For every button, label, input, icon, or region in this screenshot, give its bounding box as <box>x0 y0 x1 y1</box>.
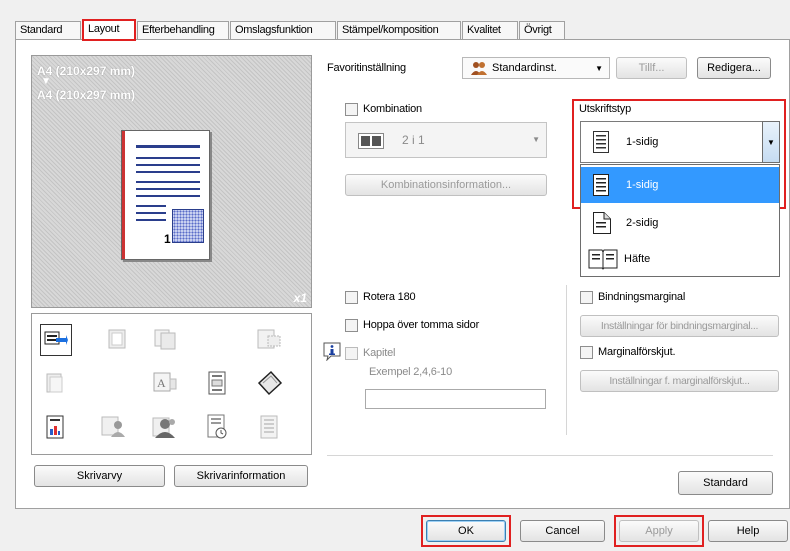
layered-pages-icon[interactable] <box>254 412 284 442</box>
binding-edge <box>122 131 125 259</box>
combine-pages-icon[interactable] <box>102 324 132 354</box>
skip-blank-checkbox[interactable] <box>345 319 358 332</box>
reset-standard-button[interactable]: Standard <box>678 471 773 495</box>
margin-shift-settings-button[interactable]: Inställningar f. marginalförskjut... <box>580 370 779 392</box>
chevron-down-icon: ▼ <box>595 64 603 73</box>
paper-size-output: A4 (210x297 mm) <box>37 88 136 102</box>
rotate-180-checkbox[interactable] <box>345 291 358 304</box>
arrow-down-icon: ▼ <box>41 76 51 87</box>
single-page-icon <box>593 174 609 196</box>
chapter-example: Exempel 2,4,6-10 <box>369 366 453 378</box>
binding-margin-label: Bindningsmarginal <box>598 291 686 303</box>
single-page-icon <box>593 131 609 156</box>
print-type-options: 1-sidig 2-sidig Häfte <box>580 164 780 277</box>
combination-value: 2 i 1 <box>402 133 425 147</box>
cancel-button[interactable]: Cancel <box>520 520 605 542</box>
print-type-dropdown[interactable]: 1-sidig ▼ <box>580 121 780 163</box>
rotate-page-icon[interactable] <box>254 324 284 354</box>
binding-margin-checkbox[interactable] <box>580 291 593 304</box>
tab-kvalitet[interactable]: Kvalitet <box>462 21 518 39</box>
favorites-dropdown[interactable]: Standardinst. ▼ <box>462 57 610 79</box>
tab-standard[interactable]: Standard <box>15 21 81 39</box>
paper-angle-icon[interactable] <box>254 368 284 398</box>
favorites-label: Favoritinställning <box>327 62 406 74</box>
form-overlay-icon[interactable] <box>202 368 232 398</box>
edit-favorite-button[interactable]: Redigera... <box>697 57 771 79</box>
chevron-down-icon: ▼ <box>767 137 775 147</box>
double-sided-icon <box>593 212 611 234</box>
skip-blank-label: Hoppa över tomma sidor <box>363 319 480 331</box>
chapter-checkbox[interactable] <box>345 347 358 360</box>
favorites-selected-value: Standardinst. <box>492 62 557 74</box>
tab-layout[interactable]: Layout <box>82 19 136 41</box>
print-type-label: Utskriftstyp <box>579 103 631 115</box>
print-type-selected-value: 1-sidig <box>626 136 659 148</box>
chapter-pages-input[interactable] <box>365 389 546 409</box>
copies-count: x1 <box>293 291 307 305</box>
margin-shift-label: Marginalförskjut. <box>598 346 676 358</box>
info-icon[interactable] <box>322 341 342 362</box>
user-auth-icon[interactable] <box>98 412 128 442</box>
combination-dropdown[interactable]: 2 i 1 ▼ <box>345 122 547 158</box>
chart-report-icon[interactable] <box>40 412 70 442</box>
tab-ovrigt[interactable]: Övrigt <box>519 21 565 39</box>
booklet-icon <box>588 248 618 270</box>
print-type-option-1-sidig[interactable]: 1-sidig <box>581 167 779 203</box>
tab-stampel-komposition[interactable]: Stämpel/komposition <box>337 21 461 39</box>
function-icon-panel: A <box>31 313 312 455</box>
page-preview: A4 (210x297 mm) ▼ A4 (210x297 mm) 1 x1 <box>31 55 312 308</box>
margin-shift-checkbox[interactable] <box>580 346 593 359</box>
page-number: 1 <box>164 232 171 246</box>
dropdown-arrow-button[interactable]: ▼ <box>762 121 780 163</box>
add-favorite-button[interactable]: Tillf... <box>616 57 687 79</box>
tab-omslagsfunktion[interactable]: Omslagsfunktion <box>230 21 336 39</box>
ok-button[interactable]: OK <box>426 520 506 542</box>
combination-label: Kombination <box>363 103 422 115</box>
booklet-icon[interactable] <box>40 368 70 398</box>
tab-efterbehandling[interactable]: Efterbehandling <box>137 21 229 39</box>
image-placeholder <box>172 209 204 243</box>
printer-view-button[interactable]: Skrivarvy <box>34 465 165 487</box>
svg-text:A: A <box>157 376 166 390</box>
combination-info-button[interactable]: Kombinationsinformation... <box>345 174 547 196</box>
chevron-down-icon: ▼ <box>532 135 540 144</box>
print-type-option-2-sidig[interactable]: 2-sidig <box>581 205 779 241</box>
two-up-icon <box>358 133 384 152</box>
help-button[interactable]: Help <box>708 520 788 542</box>
duplex-icon[interactable] <box>150 324 180 354</box>
stamp-page-icon[interactable] <box>202 412 232 442</box>
combination-checkbox[interactable] <box>345 103 358 116</box>
account-track-icon[interactable] <box>150 412 180 442</box>
font-substitute-icon[interactable]: A <box>150 368 180 398</box>
print-type-option-hafte[interactable]: Häfte <box>581 241 779 277</box>
favorites-people-icon <box>471 61 487 78</box>
chapter-label: Kapitel <box>363 347 396 359</box>
preview-page: 1 <box>121 130 210 260</box>
printer-info-button[interactable]: Skrivarinformation <box>174 465 308 487</box>
rotate-180-label: Rotera 180 <box>363 291 416 303</box>
binding-margin-settings-button[interactable]: Inställningar för bindningsmarginal... <box>580 315 779 337</box>
apply-button[interactable]: Apply <box>619 520 699 542</box>
paper-size-original: A4 (210x297 mm) <box>37 64 136 78</box>
print-settings-icon[interactable] <box>40 324 72 356</box>
